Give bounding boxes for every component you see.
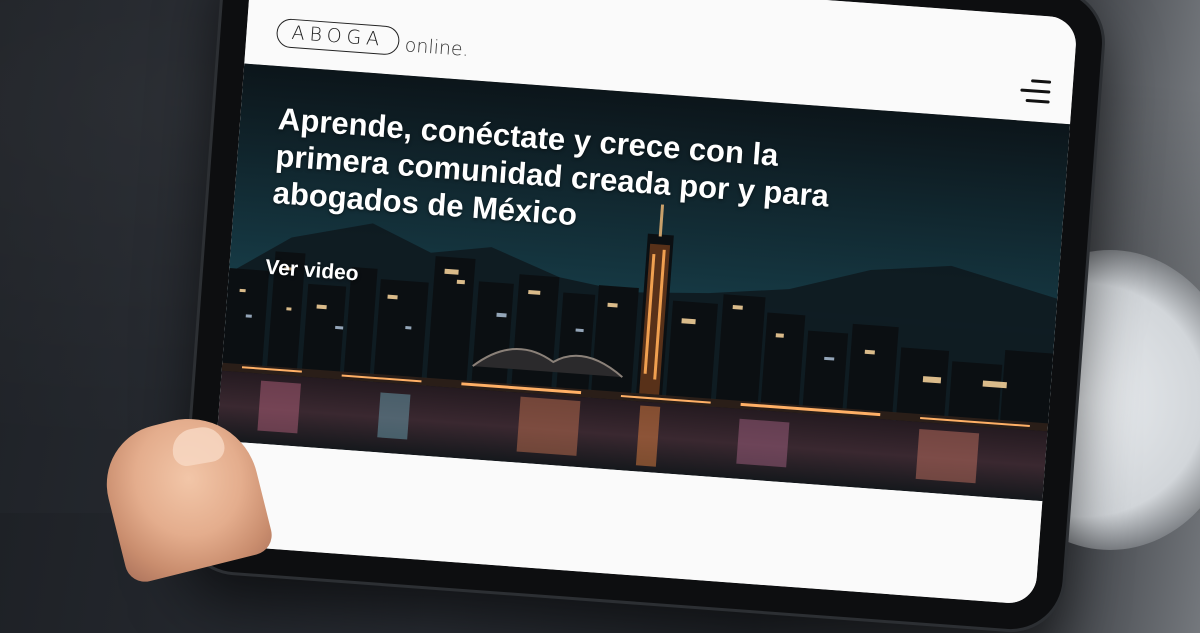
hamburger-menu-icon[interactable] xyxy=(1013,76,1052,107)
tablet-screen: ABOGA online. Aprende, conéctate y crece… xyxy=(208,0,1078,605)
logo-mark: ABOGA xyxy=(275,17,401,56)
hero-banner: Aprende, conéctate y crece con la primer… xyxy=(216,63,1071,502)
logo-suffix: online. xyxy=(404,34,470,61)
site-logo[interactable]: ABOGA online. xyxy=(275,17,470,61)
tablet-device: ABOGA online. Aprende, conéctate y crece… xyxy=(181,0,1106,633)
